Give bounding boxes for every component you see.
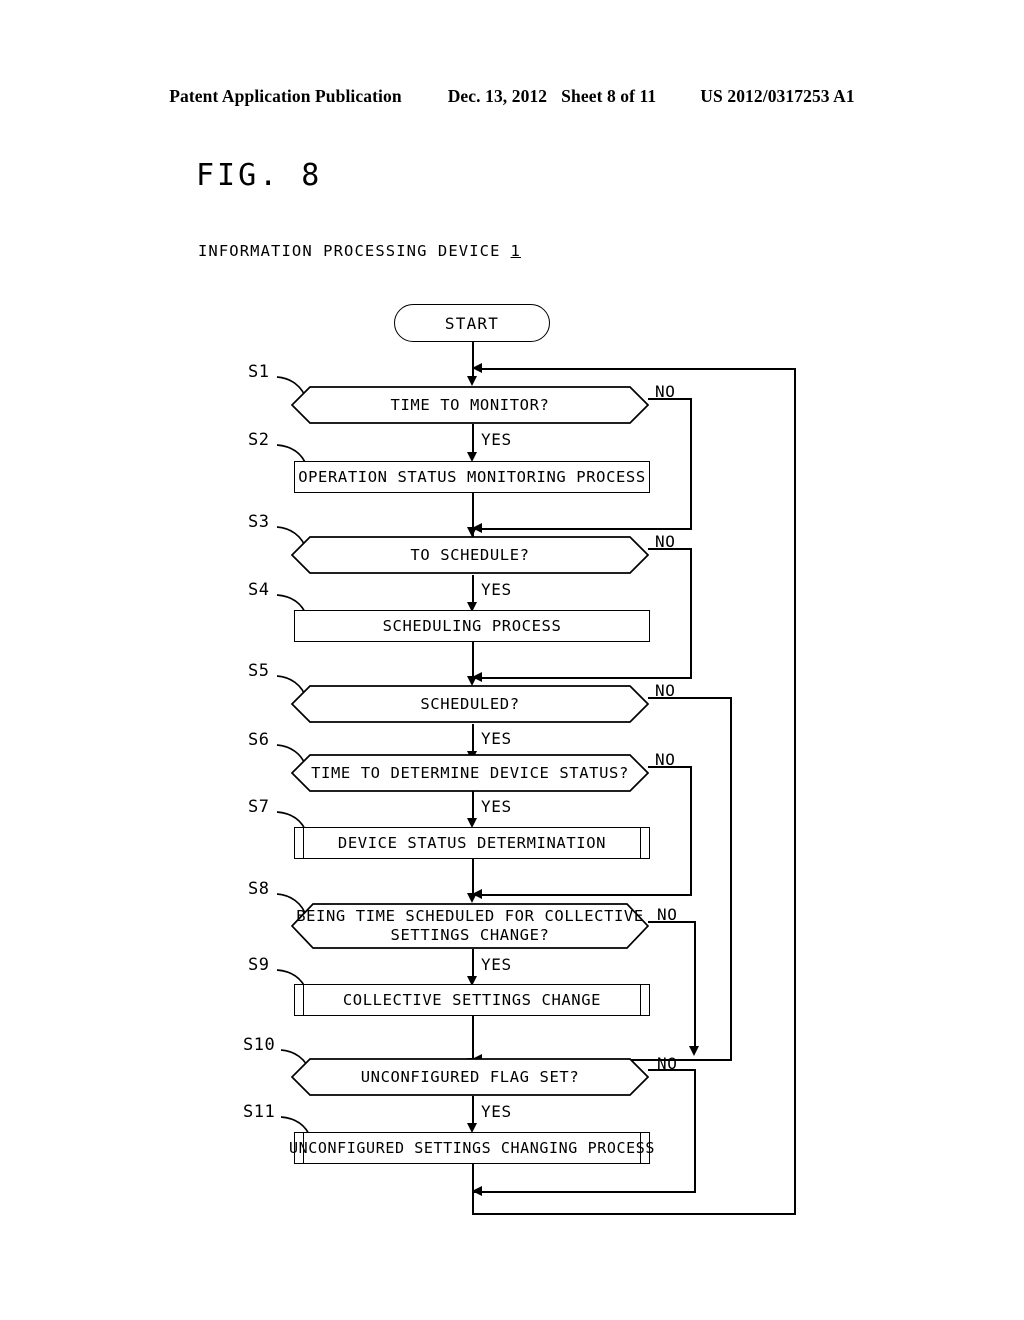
flow-node-s4-text: SCHEDULING PROCESS bbox=[382, 617, 562, 635]
flow-node-s3-text: TO SCHEDULE? bbox=[410, 545, 530, 564]
flow-node-s10[interactable]: UNCONFIGURED FLAG SET? bbox=[291, 1058, 649, 1096]
step-label-s5: S5 bbox=[248, 661, 270, 681]
arrow-merge-after-s2 bbox=[472, 523, 482, 533]
figure-subtitle-ref: 1 bbox=[510, 242, 521, 260]
s3-no-line-back bbox=[474, 677, 692, 679]
step-label-s8: S8 bbox=[248, 879, 270, 899]
branch-label-s6-yes: YES bbox=[481, 797, 512, 816]
flow-node-s10-text: UNCONFIGURED FLAG SET? bbox=[360, 1067, 580, 1086]
branch-label-s10-no: NO bbox=[657, 1054, 678, 1073]
step-label-s3: S3 bbox=[248, 512, 270, 532]
branch-label-s6-no: NO bbox=[655, 750, 676, 769]
s3-no-line-down bbox=[690, 548, 692, 678]
s8-no-line-down bbox=[694, 921, 696, 1049]
flow-node-s6[interactable]: TIME TO DETERMINE DEVICE STATUS? bbox=[291, 754, 649, 792]
arrow-return-into-spine bbox=[472, 363, 482, 373]
flow-node-s1[interactable]: TIME TO MONITOR? bbox=[291, 386, 649, 424]
s5-no-line-down bbox=[730, 697, 732, 1061]
flow-node-s4[interactable]: SCHEDULING PROCESS bbox=[294, 610, 650, 642]
publication-header: Patent Application Publication Dec. 13, … bbox=[0, 86, 1024, 107]
arrow-into-s1 bbox=[467, 376, 477, 386]
step-label-s10: S10 bbox=[243, 1035, 276, 1055]
header-date: Dec. 13, 2012 bbox=[447, 86, 548, 106]
flow-node-s7[interactable]: DEVICE STATUS DETERMINATION bbox=[294, 827, 650, 859]
flow-node-s11[interactable]: UNCONFIGURED SETTINGS CHANGING PROCESS bbox=[289, 1132, 654, 1164]
flow-node-s8-text: BEING TIME SCHEDULED FOR COLLECTIVE SETT… bbox=[296, 907, 644, 944]
step-label-s6: S6 bbox=[248, 730, 270, 750]
flow-node-s3[interactable]: TO SCHEDULE? bbox=[291, 536, 649, 574]
branch-label-s8-no: NO bbox=[657, 905, 678, 924]
flow-node-s2[interactable]: OPERATION STATUS MONITORING PROCESS bbox=[294, 461, 650, 493]
branch-label-s8-yes: YES bbox=[481, 955, 512, 974]
flow-node-s5[interactable]: SCHEDULED? bbox=[291, 685, 649, 723]
branch-label-s3-yes: YES bbox=[481, 580, 512, 599]
step-label-s9: S9 bbox=[248, 955, 270, 975]
step-label-s7: S7 bbox=[248, 797, 270, 817]
flow-node-s1-text: TIME TO MONITOR? bbox=[390, 395, 550, 414]
flow-node-s6-text: TIME TO DETERMINE DEVICE STATUS? bbox=[311, 763, 629, 782]
flow-node-s8[interactable]: BEING TIME SCHEDULED FOR COLLECTIVE SETT… bbox=[291, 903, 649, 949]
arrow-merge-after-s7 bbox=[472, 889, 482, 899]
s6-no-line-down bbox=[690, 766, 692, 896]
step-label-s11: S11 bbox=[243, 1102, 276, 1122]
branch-label-s10-yes: YES bbox=[481, 1102, 512, 1121]
step-label-s4: S4 bbox=[248, 580, 270, 600]
flow-node-s9[interactable]: COLLECTIVE SETTINGS CHANGE bbox=[294, 984, 650, 1016]
s1-no-line-down bbox=[690, 398, 692, 529]
header-publication: Patent Application Publication bbox=[169, 86, 402, 106]
arrow-merge-bottom bbox=[472, 1186, 482, 1196]
figure-title: FIG. 8 bbox=[196, 158, 323, 193]
flow-node-s11-text: UNCONFIGURED SETTINGS CHANGING PROCESS bbox=[289, 1139, 655, 1157]
flow-node-s5-text: SCHEDULED? bbox=[420, 694, 520, 713]
s10-no-line-down bbox=[694, 1069, 696, 1193]
branch-label-s1-no: NO bbox=[655, 382, 676, 401]
step-label-s1: S1 bbox=[248, 362, 270, 382]
start-label: START bbox=[444, 313, 500, 333]
arrow-merge-after-s4 bbox=[472, 672, 482, 682]
flow-node-s2-text: OPERATION STATUS MONITORING PROCESS bbox=[298, 468, 646, 486]
flow-node-s7-text: DEVICE STATUS DETERMINATION bbox=[337, 834, 607, 852]
header-sheet: Sheet 8 of 11 bbox=[561, 86, 657, 106]
return-loop-top bbox=[480, 368, 796, 370]
header-patent-number: US 2012/0317253 A1 bbox=[700, 86, 855, 106]
step-label-s2: S2 bbox=[248, 430, 270, 450]
s1-no-line-back bbox=[474, 528, 692, 530]
branch-label-s1-yes: YES bbox=[481, 430, 512, 449]
s6-no-line-back bbox=[474, 894, 692, 896]
patent-figure-page: Patent Application Publication Dec. 13, … bbox=[0, 0, 1024, 1320]
arrow-s8-no-into-merge bbox=[689, 1046, 699, 1056]
flow-node-start[interactable]: START bbox=[394, 304, 550, 342]
flow-node-s9-text: COLLECTIVE SETTINGS CHANGE bbox=[342, 991, 602, 1009]
branch-label-s5-no: NO bbox=[655, 681, 676, 700]
branch-label-s3-no: NO bbox=[655, 532, 676, 551]
figure-subtitle: INFORMATION PROCESSING DEVICE 1 bbox=[198, 242, 521, 260]
s10-no-line-back bbox=[474, 1191, 696, 1193]
branch-label-s5-yes: YES bbox=[481, 729, 512, 748]
return-loop-right bbox=[794, 368, 796, 1215]
figure-subtitle-text: INFORMATION PROCESSING DEVICE bbox=[198, 242, 501, 260]
return-loop-bottom bbox=[472, 1213, 796, 1215]
